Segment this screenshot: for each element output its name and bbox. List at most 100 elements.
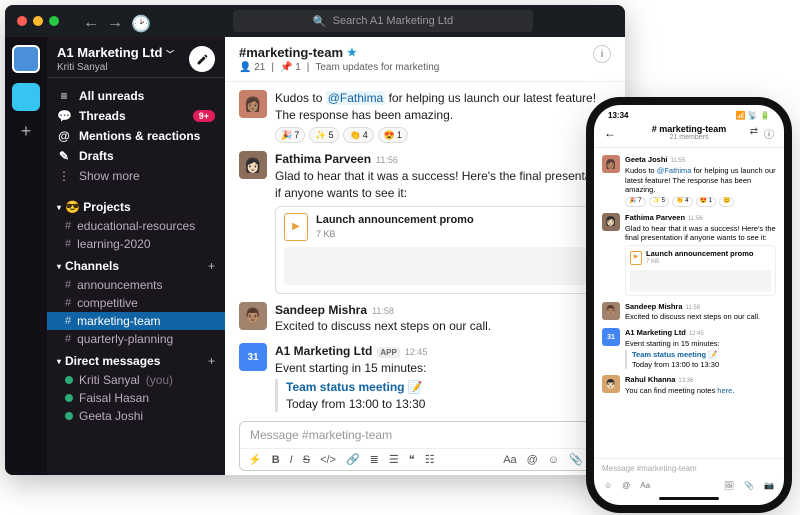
avatar[interactable]: 👩🏽 [239, 90, 267, 118]
app-badge: APP [377, 347, 399, 358]
nav-all-unreads[interactable]: ≡All unreads [47, 86, 225, 106]
reaction[interactable]: 👏4 [343, 127, 373, 144]
format-button[interactable]: Aa [503, 454, 516, 466]
phone-attachment[interactable]: ▶Launch announcement promo7 KB [625, 245, 776, 296]
global-search[interactable]: 🔍 Search A1 Marketing Ltd [233, 10, 533, 32]
channel-item[interactable]: #educational-resources [47, 217, 225, 235]
window-minimize[interactable] [33, 16, 43, 26]
info-icon[interactable]: ⓘ [764, 126, 774, 141]
emoji-button[interactable]: ☺ [548, 454, 559, 466]
channel-topic[interactable]: Team updates for marketing [315, 62, 439, 73]
event-card[interactable]: Team status meeting 📝 Today from 13:00 t… [275, 379, 611, 413]
traffic-lights [17, 16, 59, 26]
reaction[interactable]: 😍1 [378, 127, 408, 144]
workspace-switcher[interactable] [12, 45, 40, 73]
phone-message-list[interactable]: 👩🏽 Geeta Joshi11:55 Kudos to @Fathima fo… [594, 148, 784, 458]
window-close[interactable] [17, 16, 27, 26]
nav-show-more[interactable]: ⋮Show more [47, 166, 225, 186]
dm-item[interactable]: Geeta Joshi [47, 407, 225, 425]
threads-icon: 💬 [57, 109, 71, 123]
file-attachment[interactable]: ▶ Launch announcement promo7 KB [275, 206, 595, 294]
italic-button[interactable]: I [290, 454, 293, 466]
home-indicator[interactable] [659, 497, 719, 500]
section-channels[interactable]: ▾Channels+ [47, 253, 225, 276]
section-projects[interactable]: ▾😎 Projects [47, 194, 225, 217]
presence-icon [65, 412, 73, 420]
add-channel-button[interactable]: + [208, 259, 215, 273]
channel-item[interactable]: #quarterly-planning [47, 330, 225, 348]
drafts-icon: ✎ [57, 149, 71, 163]
presence-icon [65, 376, 73, 384]
ordered-list-button[interactable]: ≣ [370, 453, 379, 466]
nav-mentions[interactable]: @Mentions & reactions [47, 126, 225, 146]
link-button[interactable]: 🔗 [346, 453, 360, 466]
composer-toolbar: ⚡ B I S </> 🔗 ≣ ☰ ❝ ☷ Aa @ [240, 448, 610, 470]
history-nav: ← → 🕑 [83, 14, 145, 28]
back-button[interactable]: ← [604, 126, 616, 140]
star-icon[interactable]: ★ [347, 46, 357, 59]
strike-button[interactable]: S [303, 454, 310, 466]
bulleted-list-button[interactable]: ☰ [389, 453, 399, 466]
reaction[interactable]: 🎉7 [275, 127, 305, 144]
message-list[interactable]: 👩🏽 Kudos to @Fathima for helping us laun… [225, 82, 625, 415]
caret-icon: ▾ [57, 203, 61, 212]
user-mention[interactable]: @Fathima [326, 91, 386, 105]
phone-camera-button[interactable]: 📷 [764, 481, 774, 490]
back-button[interactable]: ← [83, 14, 97, 28]
message: 👩🏽 Kudos to @Fathima for helping us laun… [239, 86, 611, 147]
window-maximize[interactable] [49, 16, 59, 26]
channel-name[interactable]: #marketing-team [239, 45, 343, 60]
filter-icon[interactable]: ⇄ [750, 126, 758, 141]
reaction[interactable]: ✨5 [309, 127, 339, 144]
avatar[interactable]: 👩🏻 [239, 151, 267, 179]
section-dms[interactable]: ▾Direct messages+ [47, 348, 225, 371]
threads-badge: 9+ [193, 110, 215, 122]
file-icon: ▶ [284, 213, 308, 241]
codeblock-button[interactable]: ☷ [425, 453, 435, 466]
phone-composer[interactable]: Message #marketing-team [594, 458, 784, 478]
forward-button[interactable]: → [107, 14, 121, 28]
phone-format-button[interactable]: Aa [640, 481, 650, 490]
phone-member-count: 21 members [604, 134, 774, 141]
more-icon: ⋮ [57, 169, 71, 183]
workspace-header[interactable]: A1 Marketing Ltd ﹀ Kriti Sanyal [47, 37, 225, 78]
code-button[interactable]: </> [320, 454, 336, 466]
phone-statusbar: 13:34 📶 📡 🔋 [594, 105, 784, 122]
status-icons: 📶 📡 🔋 [736, 111, 770, 120]
add-workspace-button[interactable]: + [21, 121, 32, 142]
current-user: Kriti Sanyal [57, 62, 174, 73]
blockquote-button[interactable]: ❝ [409, 453, 415, 466]
file-preview [284, 247, 586, 285]
phone-image-button[interactable]: 🖼 [724, 481, 734, 490]
bold-button[interactable]: B [272, 454, 280, 466]
nav-threads[interactable]: 💬Threads9+ [47, 106, 225, 126]
channel-item[interactable]: #learning-2020 [47, 235, 225, 253]
slack-mobile: 13:34 📶 📡 🔋 ← # marketing-team 21 member… [594, 105, 784, 505]
members-icon[interactable]: 👤 21 [239, 62, 265, 73]
avatar[interactable]: 👨🏽 [239, 302, 267, 330]
message-composer: Message #marketing-team ⚡ B I S </> 🔗 ≣ … [239, 421, 611, 471]
channel-view: #marketing-team ★ 👤 21 | 📌 1 | Team upda… [225, 37, 625, 475]
calendar-app-icon[interactable]: 31 [239, 343, 267, 371]
dm-item[interactable]: Kriti Sanyal (you) [47, 371, 225, 389]
history-button[interactable]: 🕑 [131, 14, 145, 28]
add-dm-button[interactable]: + [208, 354, 215, 368]
lightning-icon[interactable]: ⚡ [248, 453, 262, 466]
composer-input[interactable]: Message #marketing-team [240, 422, 610, 448]
dm-item[interactable]: Faisal Hasan [47, 389, 225, 407]
phone-attach-button[interactable]: 📎 [744, 481, 754, 490]
channel-item[interactable]: #competitive [47, 294, 225, 312]
phone-emoji-button[interactable]: ☺ [604, 481, 612, 490]
channel-item-active[interactable]: #marketing-team [47, 312, 225, 330]
phone-channel-name[interactable]: # marketing-team [604, 124, 774, 134]
nav-drafts[interactable]: ✎Drafts [47, 146, 225, 166]
workspace-other[interactable] [12, 83, 40, 111]
pins-icon[interactable]: 📌 1 [280, 62, 301, 73]
chevron-down-icon: ﹀ [166, 50, 174, 59]
compose-button[interactable] [189, 46, 215, 72]
attach-button[interactable]: 📎 [569, 453, 583, 466]
phone-mention-button[interactable]: @ [622, 481, 630, 490]
mention-button[interactable]: @ [527, 454, 538, 466]
channel-item[interactable]: #announcements [47, 276, 225, 294]
channel-details-button[interactable]: i [593, 45, 611, 63]
